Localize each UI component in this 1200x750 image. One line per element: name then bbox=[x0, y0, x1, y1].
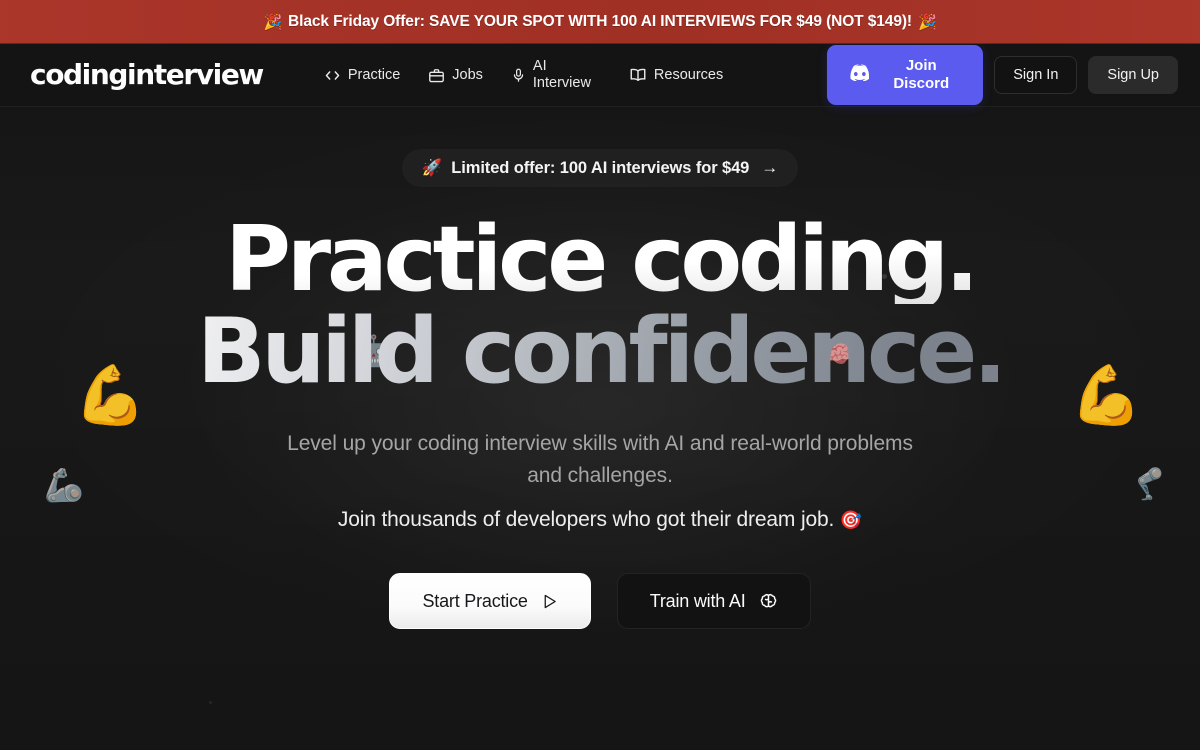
play-triangle-icon bbox=[541, 593, 558, 610]
train-with-ai-label: Train with AI bbox=[649, 590, 746, 611]
sign-in-button[interactable]: Sign In bbox=[994, 56, 1078, 94]
hero-headline-line-2: Build confidence. bbox=[196, 299, 1007, 405]
start-practice-label: Start Practice bbox=[422, 590, 528, 611]
hero-content: 🚀 Limited offer: 100 AI interviews for $… bbox=[0, 107, 1200, 630]
limited-offer-pill[interactable]: 🚀 Limited offer: 100 AI interviews for $… bbox=[402, 149, 798, 187]
nav-item-ai-interview[interactable]: AI Interview bbox=[500, 50, 612, 99]
party-popper-icon-left: 🎉 bbox=[263, 14, 283, 31]
limited-offer-label: Limited offer: 100 AI interviews for $49 bbox=[451, 158, 750, 177]
page-root: 🎉 Black Friday Offer: SAVE YOUR SPOT WIT… bbox=[0, 0, 1200, 750]
rocket-icon: 🚀 bbox=[421, 158, 443, 177]
promo-banner-text: 🎉 Black Friday Offer: SAVE YOUR SPOT WIT… bbox=[263, 13, 936, 31]
hero-headline-line-1: Practice coding. bbox=[197, 214, 1003, 304]
hero-subtitle-primary: Level up your coding interview skills wi… bbox=[287, 432, 913, 488]
hero-subtitle-secondary-label: Join thousands of developers who got the… bbox=[337, 508, 835, 531]
party-popper-icon-right: 🎉 bbox=[917, 14, 937, 31]
background-particle bbox=[209, 701, 212, 704]
hero-headline: Practice coding. Build confidence. bbox=[196, 214, 1007, 405]
nav-item-resources-label: Resources bbox=[653, 66, 724, 83]
start-practice-button[interactable]: Start Practice bbox=[389, 573, 591, 630]
black-friday-promo-banner[interactable]: 🎉 Black Friday Offer: SAVE YOUR SPOT WIT… bbox=[0, 0, 1200, 44]
nav-item-ai-interview-label: AI Interview bbox=[532, 58, 591, 91]
join-discord-label: Join Discord bbox=[893, 57, 950, 92]
promo-banner-label: Black Friday Offer: SAVE YOUR SPOT WITH … bbox=[288, 13, 912, 30]
discord-icon bbox=[847, 64, 870, 86]
sign-up-button[interactable]: Sign Up bbox=[1088, 56, 1178, 94]
brain-icon bbox=[759, 592, 778, 611]
join-discord-button[interactable]: Join Discord bbox=[827, 45, 984, 105]
nav-item-jobs-label: Jobs bbox=[452, 66, 483, 83]
main-navbar: codinginterview Practice Jobs AI Intervi… bbox=[0, 44, 1200, 107]
navbar-actions: Join Discord Sign In Sign Up bbox=[827, 45, 1178, 105]
hero-subtitle-secondary: Join thousands of developers who got the… bbox=[338, 505, 862, 535]
nav-item-practice[interactable]: Practice bbox=[313, 59, 411, 92]
code-brackets-icon bbox=[324, 67, 341, 84]
arrow-right-icon: → bbox=[761, 158, 779, 177]
hero-section: 💪🦾🤖🧠💪🦿 🚀 Limited offer: 100 AI interview… bbox=[0, 107, 1200, 750]
navbar-links: Practice Jobs AI Interview Resources bbox=[313, 50, 827, 99]
book-open-icon bbox=[629, 66, 647, 84]
direct-hit-icon: 🎯 bbox=[839, 510, 863, 530]
nav-item-jobs[interactable]: Jobs bbox=[417, 59, 494, 92]
nav-item-resources[interactable]: Resources bbox=[618, 58, 730, 92]
site-logo[interactable]: codinginterview bbox=[30, 61, 264, 89]
train-with-ai-button[interactable]: Train with AI bbox=[616, 573, 811, 630]
hero-cta-row: Start Practice Train with AI bbox=[389, 573, 811, 630]
nav-item-practice-label: Practice bbox=[347, 66, 401, 83]
microphone-icon bbox=[511, 68, 526, 83]
briefcase-icon bbox=[428, 67, 445, 84]
